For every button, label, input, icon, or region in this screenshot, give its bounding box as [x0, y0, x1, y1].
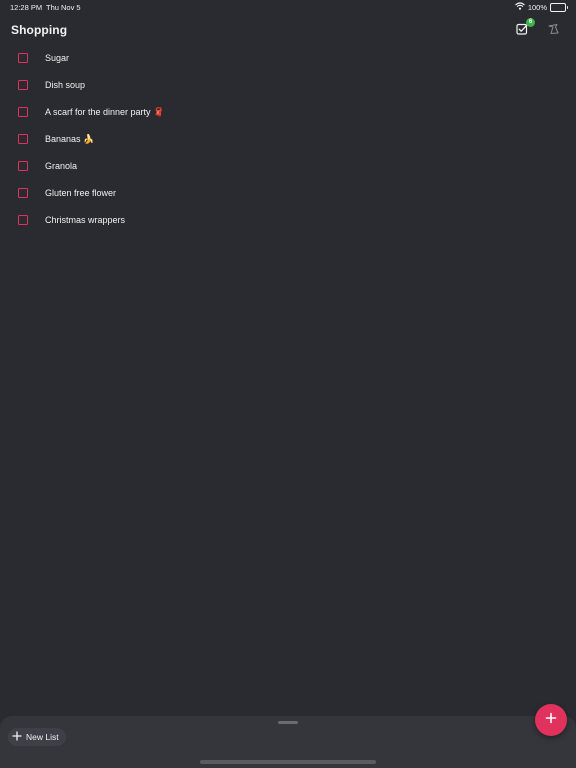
- item-checkbox[interactable]: [18, 188, 28, 198]
- new-list-label: New List: [26, 732, 59, 742]
- status-date: Thu Nov 5: [46, 3, 81, 12]
- status-indicators: 100%: [514, 2, 568, 12]
- wifi-icon: [514, 2, 525, 12]
- battery-icon: [550, 2, 568, 12]
- lists-panel[interactable]: New List: [0, 716, 576, 768]
- item-checkbox[interactable]: [18, 53, 28, 63]
- home-indicator: [200, 760, 376, 764]
- item-checkbox[interactable]: [18, 134, 28, 144]
- item-label: A scarf for the dinner party 🧣: [45, 107, 165, 117]
- list-item[interactable]: Sugar: [0, 45, 576, 72]
- header: Shopping 6: [0, 14, 576, 48]
- item-checkbox[interactable]: [18, 80, 28, 90]
- item-label: Christmas wrappers: [45, 215, 126, 225]
- status-time: 12:28 PM: [10, 3, 43, 12]
- item-label: Granola: [45, 161, 78, 171]
- list-item[interactable]: Christmas wrappers: [0, 207, 576, 234]
- item-label: Dish soup: [45, 80, 86, 90]
- list-item[interactable]: A scarf for the dinner party 🧣: [0, 99, 576, 126]
- list-item[interactable]: Bananas 🍌: [0, 126, 576, 153]
- plus-icon: [12, 731, 22, 743]
- panel-grabber[interactable]: [278, 721, 298, 724]
- list-item[interactable]: Granola: [0, 153, 576, 180]
- page-title: Shopping: [11, 23, 68, 37]
- clear-completed-button[interactable]: [543, 21, 563, 41]
- item-label: Sugar: [45, 53, 70, 63]
- list-item[interactable]: Gluten free flower: [0, 180, 576, 207]
- list-item[interactable]: Dish soup: [0, 72, 576, 99]
- item-label: Bananas 🍌: [45, 134, 95, 144]
- plus-icon: [545, 711, 557, 729]
- status-bar: 12:28 PM Thu Nov 5 100%: [0, 0, 576, 14]
- item-checkbox[interactable]: [18, 215, 28, 225]
- item-checkbox[interactable]: [18, 107, 28, 117]
- battery-percent: 100%: [527, 2, 547, 12]
- item-label: Gluten free flower: [45, 188, 117, 198]
- shopping-list: Sugar Dish soup A scarf for the dinner p…: [0, 45, 576, 234]
- add-item-button[interactable]: [535, 704, 567, 736]
- completed-count-badge: 6: [526, 18, 535, 27]
- new-list-button[interactable]: New List: [8, 728, 66, 746]
- item-checkbox[interactable]: [18, 161, 28, 171]
- clear-completed-icon: [547, 22, 560, 40]
